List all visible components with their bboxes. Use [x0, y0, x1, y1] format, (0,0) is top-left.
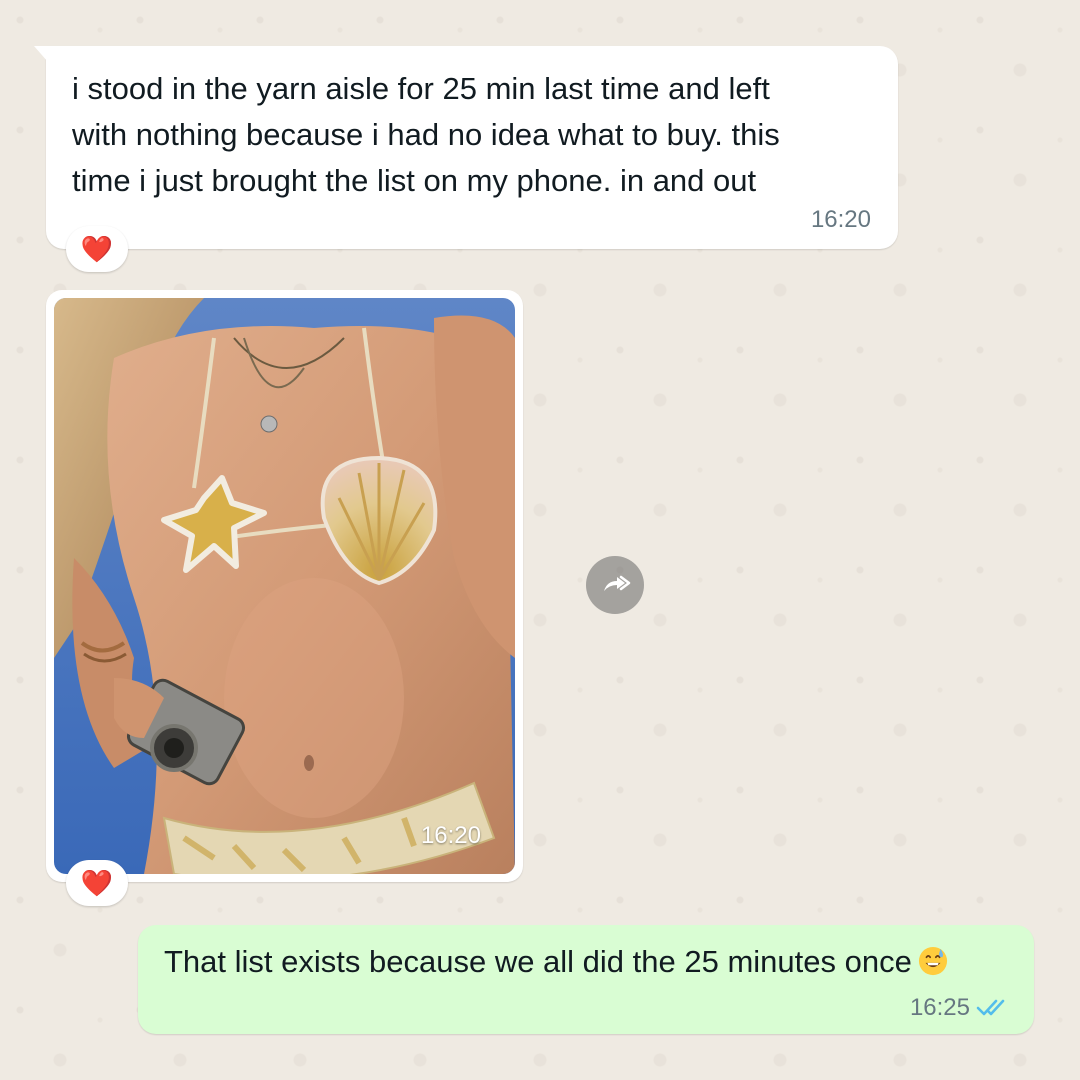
message-timestamp: 16:20	[810, 206, 871, 233]
message-line: i stood in the yarn aisle for 25 min las…	[72, 71, 770, 106]
forward-button[interactable]	[586, 556, 644, 614]
message-line: with nothing because i had no idea what …	[72, 117, 780, 152]
forward-icon	[604, 575, 631, 591]
bubble-tail	[34, 46, 48, 62]
heart-reaction[interactable]: ❤️	[66, 226, 128, 272]
message-meta: 16:25	[910, 994, 1010, 1022]
message-line: time i just brought the list on my phone…	[72, 163, 757, 198]
message-text: That list exists because we all did the …	[164, 942, 948, 982]
incoming-message-bubble[interactable]: i stood in the yarn aisle for 25 min las…	[34, 46, 898, 249]
image-timestamp: 16:20	[420, 822, 481, 849]
heart-reaction[interactable]: ❤️	[66, 860, 128, 906]
photo-illustration	[54, 298, 515, 874]
message-timestamp: 16:25	[909, 994, 970, 1021]
incoming-image-bubble[interactable]: 16:20	[46, 290, 523, 882]
message-body: That list exists because we all did the …	[164, 944, 912, 979]
shared-photo[interactable]: 16:20	[54, 298, 515, 874]
double-check-read-icon	[976, 999, 1005, 1016]
outgoing-message-bubble[interactable]: That list exists because we all did the …	[138, 925, 1034, 1034]
grinning-sweat-emoji	[918, 946, 947, 976]
message-text: i stood in the yarn aisle for 25 min las…	[72, 66, 872, 204]
